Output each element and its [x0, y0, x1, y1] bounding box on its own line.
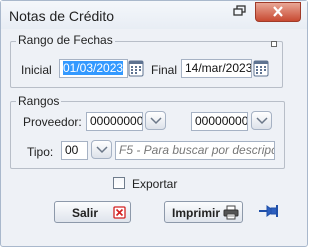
printer-icon	[223, 205, 239, 220]
tipo-label: Tipo:	[27, 145, 54, 159]
corner-marker	[271, 41, 277, 47]
salir-label: Salir	[72, 206, 99, 220]
tipo-dropdown[interactable]	[91, 140, 112, 159]
inicial-date-value: 01/03/2023	[63, 61, 124, 75]
chevron-down-icon	[96, 146, 108, 154]
chevron-down-icon	[150, 117, 162, 125]
title-bar[interactable]: Notas de Crédito	[1, 1, 307, 29]
close-button[interactable]	[255, 2, 301, 22]
proveedor-to-dropdown[interactable]	[251, 111, 272, 130]
inicial-label: Inicial	[21, 63, 52, 77]
rangos-legend: Rangos	[16, 94, 62, 108]
proveedor-label: Proveedor:	[23, 115, 82, 129]
exportar-label[interactable]: Exportar	[132, 177, 177, 191]
chevron-down-icon	[256, 117, 268, 125]
proveedor-from-field[interactable]: 00000000	[86, 112, 143, 131]
final-label: Final	[151, 63, 178, 77]
calendar-icon[interactable]	[253, 59, 269, 77]
rango-fechas-legend: Rango de Fechas	[16, 33, 115, 47]
tipo-field[interactable]: 00	[61, 141, 88, 160]
restore-window-icon[interactable]	[233, 5, 247, 17]
imprimir-button[interactable]: Imprimir	[164, 201, 243, 223]
imprimir-label: Imprimir	[172, 206, 221, 220]
proveedor-from-dropdown[interactable]	[145, 111, 166, 130]
calendar-icon[interactable]	[128, 59, 144, 77]
red-x-icon	[113, 206, 126, 219]
inicial-date-field[interactable]: 01/03/2023	[59, 59, 128, 78]
window-title: Notas de Crédito	[9, 8, 115, 24]
close-icon	[273, 6, 283, 17]
exportar-checkbox[interactable]	[113, 177, 125, 189]
salir-button[interactable]: Salir	[54, 201, 131, 223]
pin-icon[interactable]	[258, 202, 280, 223]
proveedor-to-field[interactable]: 00000000	[191, 112, 248, 131]
final-date-field[interactable]: 14/mar/2023	[181, 59, 252, 78]
tipo-description-field[interactable]: F5 - Para buscar por descripción	[115, 141, 275, 160]
dialog-window: Notas de Crédito Rango de Fechas Inicial…	[0, 0, 308, 247]
tipo-description-placeholder: F5 - Para buscar por descripción	[119, 143, 274, 157]
